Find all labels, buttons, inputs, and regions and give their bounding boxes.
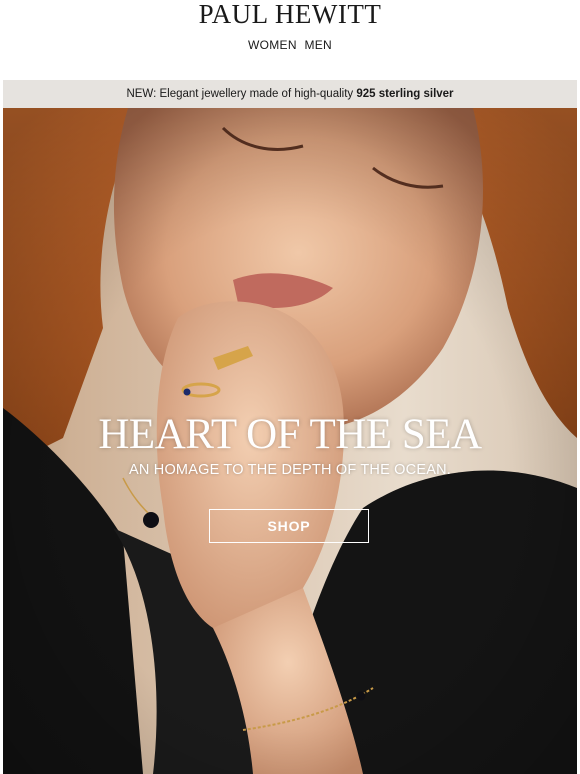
nav-link-women[interactable]: WOMEN [248,38,297,52]
email-header: PAUL HEWITT WOMEN MEN [0,0,580,80]
nav-link-men[interactable]: MEN [304,38,332,52]
main-nav: WOMEN MEN [0,38,580,52]
hero-title: HEART OF THE SEA [98,411,482,458]
brand-logo[interactable]: PAUL HEWITT [0,0,580,28]
hero-section[interactable]: HEART OF THE SEA AN HOMAGE TO THE DEPTH … [3,108,577,774]
shop-button[interactable]: SHOP [209,509,369,543]
promo-banner[interactable]: NEW: Elegant jewellery made of high-qual… [3,80,577,108]
hero-subtitle: AN HOMAGE TO THE DEPTH OF THE OCEAN. [129,462,451,478]
promo-banner-highlight: 925 sterling silver [356,88,454,100]
promo-banner-text: NEW: Elegant jewellery made of high-qual… [126,88,357,100]
